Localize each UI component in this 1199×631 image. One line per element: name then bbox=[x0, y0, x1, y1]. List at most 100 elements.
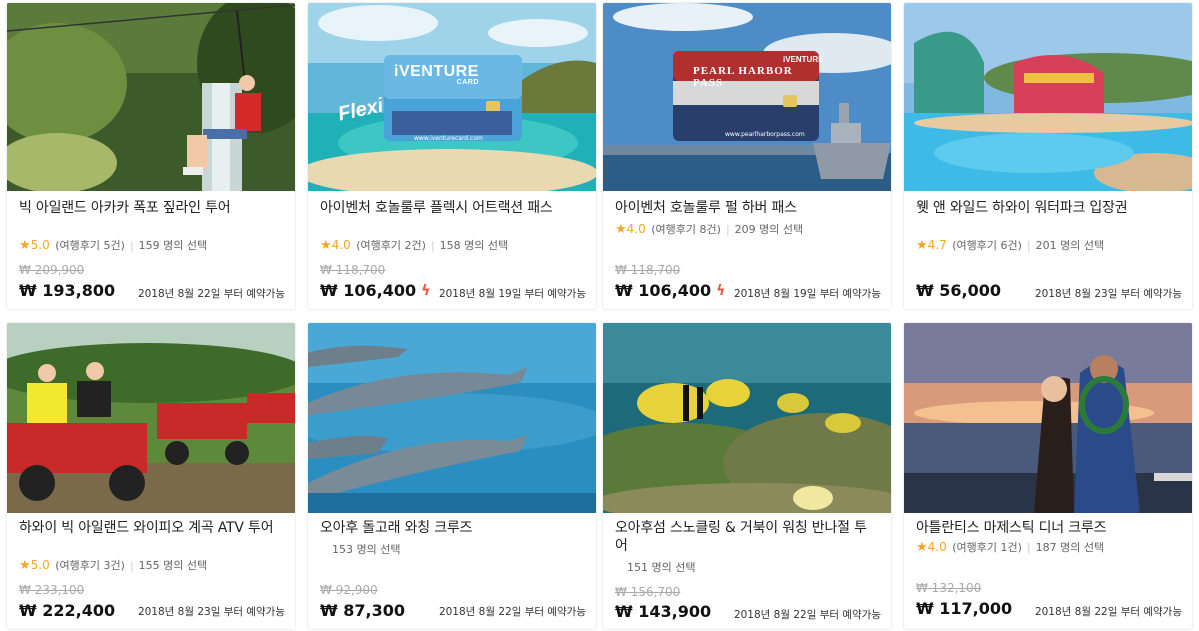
rating-value: 4.7 bbox=[927, 238, 947, 252]
price-value: ₩ 87,300 bbox=[320, 601, 405, 620]
original-price: ₩ 209,900 bbox=[19, 263, 85, 277]
product-card[interactable]: 빅 아일랜드 아카카 폭포 짚라인 투어 ★5.0 (여행후기 5건) | 159 … bbox=[7, 3, 295, 309]
rating-row: ★4.7 (여행후기 6건) | 201 명의 선택 bbox=[916, 237, 1104, 253]
divider: | bbox=[430, 239, 435, 252]
instant-confirm-icon: ϟ bbox=[421, 282, 431, 299]
price-value: ₩ 222,400 bbox=[19, 601, 116, 620]
divider: | bbox=[129, 239, 134, 252]
star-icon: ★ bbox=[916, 238, 928, 253]
card-title[interactable]: 웻 앤 와일드 하와이 워터파크 입장권 bbox=[916, 199, 1180, 217]
product-image-dinner-cruise[interactable] bbox=[904, 323, 1192, 513]
iventure-brand-subtext: CARD bbox=[456, 79, 479, 86]
rating-row: ★4.0 (여행후기 1건) | 187 명의 선택 bbox=[916, 539, 1104, 555]
rating-row: 151 명의 선택 bbox=[615, 559, 695, 575]
rating-value: 4.0 bbox=[331, 238, 351, 252]
rating-row: 153 명의 선택 bbox=[320, 541, 400, 557]
price: ₩ 222,400 bbox=[19, 601, 120, 620]
product-card[interactable]: iVENTURE CARD Flexi www.iventurecard.com… bbox=[308, 3, 596, 309]
product-card[interactable]: 하와이 빅 아일랜드 와이피오 계곡 ATV 투어 ★5.0 (여행후기 3건)… bbox=[7, 323, 295, 629]
original-price: ₩ 92,900 bbox=[320, 583, 378, 597]
rating-row: ★4.0 (여행후기 2건) | 158 명의 선택 bbox=[320, 237, 508, 253]
product-image-pearl-harbor[interactable]: PEARL HARBOR PASS iVENTURE www.pearlharb… bbox=[603, 3, 891, 191]
original-price: ₩ 156,700 bbox=[615, 585, 681, 599]
card-title[interactable]: 오아후 돌고래 와칭 크루즈 bbox=[320, 519, 584, 537]
price: ₩ 106,400 ϟ bbox=[615, 281, 725, 300]
review-count: (여행후기 5건) bbox=[55, 239, 125, 252]
price: ₩ 87,300 bbox=[320, 601, 410, 620]
selection-count: 155 명의 선택 bbox=[138, 559, 208, 572]
price: ₩ 106,400 ϟ bbox=[320, 281, 430, 300]
star-icon: ★ bbox=[615, 222, 627, 237]
review-count: (여행후기 8건) bbox=[651, 223, 721, 236]
availability-date: 2018년 8월 19일 부터 예약가능 bbox=[733, 288, 881, 300]
product-card[interactable]: 웻 앤 와일드 하와이 워터파크 입장권 ★4.7 (여행후기 6건) | 201 … bbox=[904, 3, 1192, 309]
iventure-brand-text: iVENTURE bbox=[394, 63, 479, 80]
rating-value: 5.0 bbox=[30, 238, 50, 252]
product-card[interactable]: 오아후 돌고래 와칭 크루즈 153 명의 선택 ₩ 92,900 ₩ 87,3… bbox=[308, 323, 596, 629]
price-value: ₩ 56,000 bbox=[916, 281, 1001, 300]
product-image-dolphins[interactable] bbox=[308, 323, 596, 513]
selection-count: 153 명의 선택 bbox=[332, 543, 401, 556]
card-title[interactable]: 아틀란티스 마제스틱 디너 크루즈 bbox=[916, 519, 1180, 537]
product-image-atv[interactable] bbox=[7, 323, 295, 513]
selection-count: 187 명의 선택 bbox=[1035, 541, 1105, 554]
rating-row: ★4.0 (여행후기 8건) | 209 명의 선택 bbox=[615, 221, 803, 237]
star-icon: ★ bbox=[19, 238, 31, 253]
product-card[interactable]: 아틀란티스 마제스틱 디너 크루즈 ★4.0 (여행후기 1건) | 187 명의 … bbox=[904, 323, 1192, 629]
divider: | bbox=[129, 559, 134, 572]
selection-count: 209 명의 선택 bbox=[734, 223, 804, 236]
rating-value: 4.0 bbox=[927, 540, 947, 554]
instant-confirm-icon: ϟ bbox=[716, 282, 726, 299]
availability-date: 2018년 8월 19일 부터 예약가능 bbox=[438, 288, 586, 300]
card-title[interactable]: 하와이 빅 아일랜드 와이피오 계곡 ATV 투어 bbox=[19, 519, 283, 537]
card-title[interactable]: 아이벤처 호놀룰루 펄 하버 패스 bbox=[615, 199, 879, 217]
review-count: (여행후기 2건) bbox=[356, 239, 426, 252]
product-image-iventure-flexi[interactable]: iVENTURE CARD Flexi www.iventurecard.com bbox=[308, 3, 596, 191]
review-count: (여행후기 1건) bbox=[952, 541, 1022, 554]
rating-value: 5.0 bbox=[30, 558, 50, 572]
original-price: ₩ 118,700 bbox=[615, 263, 681, 277]
card-title[interactable]: 빅 아일랜드 아카카 폭포 짚라인 투어 bbox=[19, 199, 283, 217]
divider: | bbox=[725, 223, 730, 236]
product-card[interactable]: PEARL HARBOR PASS iVENTURE www.pearlharb… bbox=[603, 3, 891, 309]
review-count: (여행후기 6건) bbox=[952, 239, 1022, 252]
price: ₩ 193,800 bbox=[19, 281, 120, 300]
selection-count: 151 명의 선택 bbox=[627, 561, 696, 574]
availability-date: 2018년 8월 22일 부터 예약가능 bbox=[1034, 606, 1182, 618]
price: ₩ 117,000 bbox=[916, 599, 1017, 618]
star-icon: ★ bbox=[916, 540, 928, 555]
iventure-url-text: www.iventurecard.com bbox=[414, 135, 483, 142]
selection-count: 201 명의 선택 bbox=[1035, 239, 1105, 252]
divider: | bbox=[1026, 239, 1031, 252]
product-image-zipline[interactable] bbox=[7, 3, 295, 191]
selection-count: 159 명의 선택 bbox=[138, 239, 208, 252]
product-image-waterpark[interactable] bbox=[904, 3, 1192, 191]
price-value: ₩ 193,800 bbox=[19, 281, 116, 300]
card-title[interactable]: 오아후섬 스노클링 & 거북이 워칭 반나절 투어 bbox=[615, 519, 879, 555]
pearl-url-text: www.pearlharborpass.com bbox=[725, 131, 805, 138]
iventure-brand-badge: iVENTURE CARD bbox=[394, 63, 479, 86]
rating-row: ★5.0 (여행후기 3건) | 155 명의 선택 bbox=[19, 557, 207, 573]
price-value: ₩ 143,900 bbox=[615, 602, 712, 621]
availability-date: 2018년 8월 22일 부터 예약가능 bbox=[438, 606, 586, 618]
selection-count: 158 명의 선택 bbox=[439, 239, 509, 252]
product-card[interactable]: 오아후섬 스노클링 & 거북이 워칭 반나절 투어 151 명의 선택 ₩ 15… bbox=[603, 323, 891, 629]
star-icon: ★ bbox=[320, 238, 332, 253]
price: ₩ 56,000 bbox=[916, 281, 1006, 300]
price-value: ₩ 106,400 bbox=[615, 281, 712, 300]
original-price: ₩ 132,100 bbox=[916, 581, 982, 595]
review-count: (여행후기 3건) bbox=[55, 559, 125, 572]
pearl-brand-text: iVENTURE bbox=[783, 55, 824, 64]
original-price: ₩ 233,100 bbox=[19, 583, 85, 597]
product-image-snorkel[interactable] bbox=[603, 323, 891, 513]
pearl-harbor-title-badge: PEARL HARBOR PASS bbox=[693, 65, 793, 89]
rating-value: 4.0 bbox=[626, 222, 646, 236]
availability-date: 2018년 8월 22일 부터 예약가능 bbox=[733, 609, 881, 621]
rating-row: ★5.0 (여행후기 5건) | 159 명의 선택 bbox=[19, 237, 207, 253]
availability-date: 2018년 8월 23일 부터 예약가능 bbox=[137, 606, 285, 618]
original-price: ₩ 118,700 bbox=[320, 263, 386, 277]
price: ₩ 143,900 bbox=[615, 602, 716, 621]
card-title[interactable]: 아이벤처 호놀룰루 플렉시 어트랙션 패스 bbox=[320, 199, 584, 217]
availability-date: 2018년 8월 23일 부터 예약가능 bbox=[1034, 288, 1182, 300]
divider: | bbox=[1026, 541, 1031, 554]
